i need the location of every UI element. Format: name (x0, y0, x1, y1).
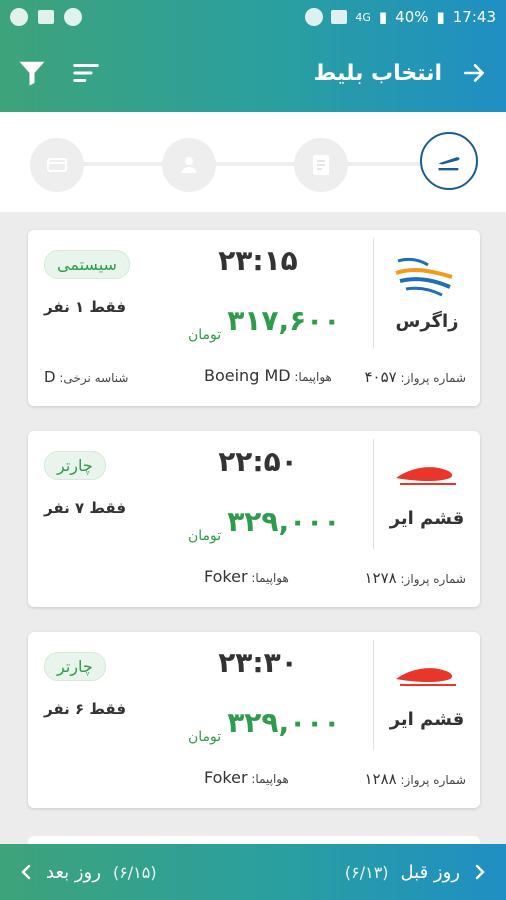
divider (373, 640, 374, 750)
flight-card[interactable]: زاگرس ۲۳:۱۵ ۳۱۷,۶۰۰ تومان سیستمی فقط ۱ ن… (28, 230, 480, 406)
network-type: 4G (355, 10, 371, 24)
flight-number: شماره پرواز: ۱۲۸۸ (364, 770, 466, 788)
card-icon (47, 158, 67, 172)
price-block: ۳۲۹,۰۰۰ تومان (188, 505, 341, 544)
departure-time: ۲۳:۱۵ (218, 244, 298, 277)
price-currency: تومان (188, 528, 222, 544)
price-value: ۳۲۹,۰۰۰ (227, 505, 341, 538)
flight-card[interactable]: قشم ایر ۲۲:۵۰ ۳۲۹,۰۰۰ تومان چارتر فقط ۷ … (28, 431, 480, 607)
qeshm-air-logo (396, 466, 456, 485)
flight-meta: شماره پرواز: ۱۲۷۸ هواپیما: Foker (44, 567, 470, 589)
aircraft-label: هواپیما: (251, 571, 289, 585)
price-currency: تومان (188, 327, 222, 343)
sort-icon (73, 64, 99, 82)
clock: 17:43 (452, 8, 496, 26)
prev-day-button[interactable]: (۶/۱۳) روز قبل (345, 862, 488, 883)
chevron-right-icon (475, 864, 485, 880)
flight-number-value: ۱۲۷۸ (364, 569, 397, 587)
prev-day-label: روز قبل (400, 861, 460, 883)
flight-number-label: شماره پرواز: (400, 572, 466, 586)
sim-icon (331, 10, 348, 24)
divider (373, 439, 374, 549)
qeshm-air-logo (396, 667, 456, 686)
flight-type-badge: سیستمی (44, 250, 130, 279)
page-title: انتخاب بلیط (313, 60, 442, 86)
departure-time: ۲۳:۳۰ (218, 646, 298, 679)
airline-info: قشم ایر (374, 431, 480, 553)
price-value: ۳۲۹,۰۰۰ (227, 706, 341, 739)
arrow-right-icon (464, 64, 484, 82)
person-icon (181, 157, 197, 173)
flight-meta: شماره پرواز: ۴۰۵۷ هواپیما: Boeing MD شنا… (44, 366, 470, 388)
battery-icon: ▮ (436, 8, 445, 26)
stepper-line (58, 162, 448, 166)
airline-name: زاگرس (395, 310, 459, 332)
step-details (294, 138, 348, 192)
fare-id: شناسه نرخی: D (44, 368, 128, 386)
airplane-icon (438, 157, 460, 171)
flight-number-value: ۱۲۸۸ (364, 770, 397, 788)
airline-name: قشم ایر (389, 708, 465, 730)
flight-number-value: ۴۰۵۷ (364, 368, 397, 386)
fare-id-label: شناسه نرخی: (59, 371, 129, 385)
price-currency: تومان (188, 729, 222, 745)
flight-card[interactable]: قشم ایر ۲۳:۳۰ ۳۲۹,۰۰۰ تومان چارتر فقط ۶ … (28, 632, 480, 808)
aircraft: هواپیما: Boeing MD (204, 366, 332, 385)
prev-day-date: (۶/۱۳) (344, 862, 389, 882)
alarm-icon (305, 8, 324, 26)
seats-remaining: فقط ۱ نفر (44, 298, 127, 316)
signal-icon: ▮ (378, 8, 388, 26)
chevron-left-icon (21, 864, 31, 880)
app-bar: انتخاب بلیط (0, 34, 506, 112)
aircraft: هواپیما: Foker (204, 768, 289, 787)
airline-name: قشم ایر (389, 507, 465, 529)
next-day-label: روز بعد (46, 861, 101, 883)
flight-number: شماره پرواز: ۱۲۷۸ (364, 569, 466, 587)
step-payment (30, 138, 84, 192)
aircraft-value: Boeing MD (204, 366, 291, 385)
filter-icon (19, 61, 45, 86)
gallery-icon (38, 10, 54, 24)
filter-button[interactable] (16, 57, 48, 89)
aircraft-label: هواپیما: (251, 772, 289, 786)
airline-info: قشم ایر (374, 632, 480, 754)
aircraft-value: Foker (204, 567, 248, 586)
flight-number-label: شماره پرواز: (400, 371, 466, 385)
flight-type-badge: چارتر (44, 652, 106, 681)
sort-button[interactable] (70, 57, 102, 89)
airline-info: زاگرس (374, 230, 480, 352)
divider (373, 238, 374, 348)
booking-stepper (0, 112, 506, 212)
aircraft-label: هواپیما: (294, 370, 332, 384)
app-notification-icon (64, 8, 82, 26)
price-block: ۳۲۹,۰۰۰ تومان (188, 706, 341, 745)
step-passengers (162, 138, 216, 192)
notification-icon (10, 8, 28, 26)
flight-number-label: شماره پرواز: (400, 773, 466, 787)
price-block: ۳۱۷,۶۰۰ تومان (188, 304, 341, 343)
flight-meta: شماره پرواز: ۱۲۸۸ هواپیما: Foker (44, 768, 470, 790)
zagros-airline-logo (395, 257, 453, 296)
aircraft: هواپیما: Foker (204, 567, 289, 586)
battery-level: 40% (395, 8, 429, 26)
next-day-date: (۶/۱۵) (112, 862, 157, 882)
flight-number: شماره پرواز: ۴۰۵۷ (364, 368, 466, 386)
departure-time: ۲۲:۵۰ (218, 445, 298, 478)
flight-type-badge: چارتر (44, 451, 106, 480)
seats-remaining: فقط ۷ نفر (44, 499, 127, 517)
fare-id-value: D (44, 368, 56, 386)
price-value: ۳۱۷,۶۰۰ (227, 304, 341, 337)
back-button[interactable] (442, 34, 506, 112)
step-ticket (420, 132, 478, 190)
status-bar: 4G ▮ 40% ▮ 17:43 (0, 0, 506, 34)
document-icon (313, 155, 329, 175)
seats-remaining: فقط ۶ نفر (44, 700, 127, 718)
aircraft-value: Foker (204, 768, 248, 787)
next-day-button[interactable]: روز بعد (۶/۱۵) (18, 862, 157, 883)
day-navigation: روز بعد (۶/۱۵) (۶/۱۳) روز قبل (0, 844, 506, 900)
